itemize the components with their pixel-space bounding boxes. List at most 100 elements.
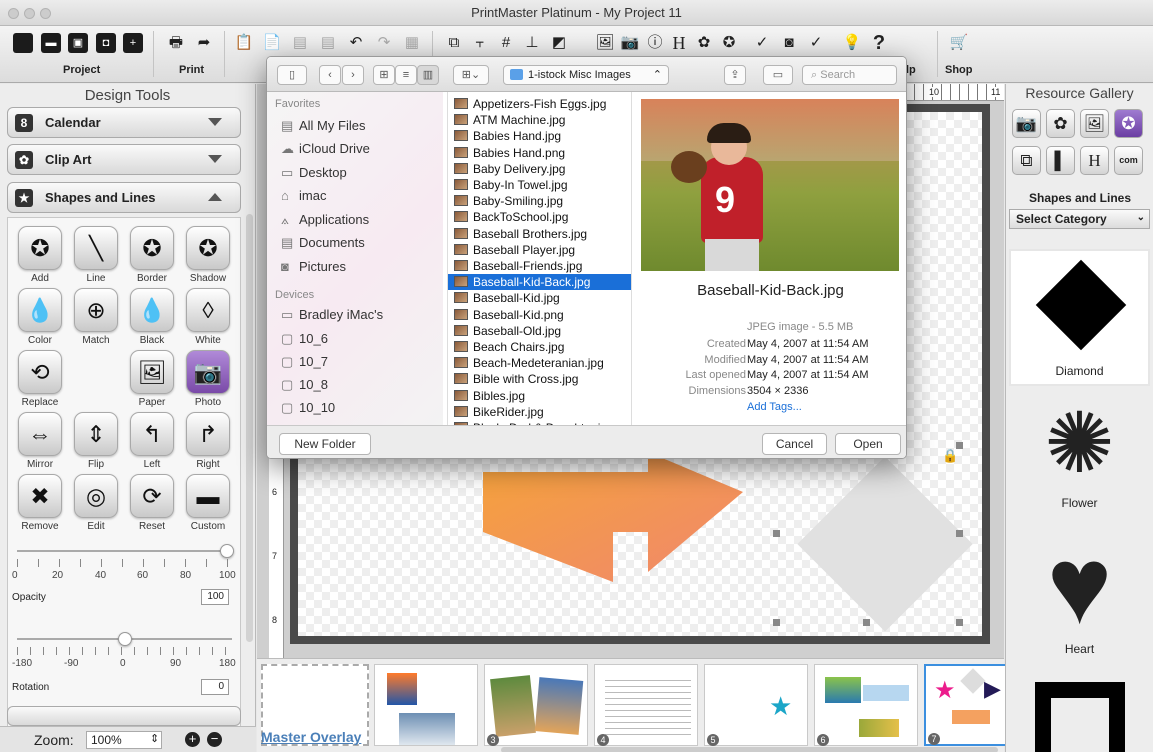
page-thumb[interactable]: ★ 5 xyxy=(704,664,808,746)
headline-icon[interactable]: H xyxy=(669,33,689,53)
location-popup[interactable]: 1-istock Misc Images ⌃ xyxy=(503,65,669,85)
file-row[interactable]: Baseball Player.jpg xyxy=(448,242,631,258)
share-icon[interactable]: ⇪ xyxy=(724,65,746,85)
lock-icon[interactable]: 🔒 xyxy=(942,448,958,464)
undo-icon[interactable]: ↶ xyxy=(346,33,366,53)
gallery-item-heart[interactable]: ♥ Heart xyxy=(1009,531,1150,661)
cancel-button[interactable]: Cancel xyxy=(762,433,827,455)
line-tool[interactable]: ╲ Line xyxy=(70,226,122,284)
file-row[interactable]: Baby-In Towel.jpg xyxy=(448,177,631,193)
device-item[interactable]: ▢ 10_7 xyxy=(281,354,328,370)
file-row[interactable]: Babies Hand.jpg xyxy=(448,128,631,144)
camera-icon[interactable]: 📷 xyxy=(1012,109,1041,138)
favorite-item[interactable]: ◙ Pictures xyxy=(281,259,346,274)
thesaurus-icon[interactable]: ✓ xyxy=(806,33,826,53)
device-item[interactable]: ▢ 10_8 xyxy=(281,377,328,393)
back-chevron-icon[interactable]: ‹ xyxy=(319,65,341,85)
web-com-icon[interactable]: com xyxy=(1114,146,1143,175)
text-cursor-icon[interactable]: ⫟ xyxy=(470,33,490,53)
copy-icon[interactable]: 📄 xyxy=(262,33,282,53)
gallery-item-flower[interactable]: ✺ Flower xyxy=(1009,396,1150,526)
rotation-value-field[interactable]: 0 xyxy=(201,679,229,695)
gallery-item-square[interactable] xyxy=(1009,682,1150,752)
file-row[interactable]: Baby Delivery.jpg xyxy=(448,161,631,177)
file-row[interactable]: BikeRider.jpg xyxy=(448,404,631,420)
tip-icon[interactable]: 💡 xyxy=(842,33,862,53)
resize-handle[interactable] xyxy=(773,530,780,537)
print-section-header[interactable] xyxy=(7,706,241,726)
remove-tool[interactable]: ✖ Remove xyxy=(14,474,66,532)
border-tool[interactable]: ✪ Border xyxy=(126,226,178,284)
match-tool[interactable]: ⊕ Match xyxy=(70,288,122,346)
filmstrip-scrollbar[interactable] xyxy=(501,747,998,752)
file-row[interactable]: BackToSchool.jpg xyxy=(448,209,631,225)
rotation-slider-knob[interactable] xyxy=(118,632,132,646)
shadow-tool[interactable]: ✪ Shadow xyxy=(182,226,234,284)
file-row[interactable]: Baseball-Kid.png xyxy=(448,307,631,323)
group-icon[interactable]: ▦ xyxy=(402,33,422,53)
file-row[interactable]: Beach-Medeteranian.jpg xyxy=(448,355,631,371)
image-icon[interactable]: 🖼 xyxy=(595,33,615,53)
file-row[interactable]: Bibles.jpg xyxy=(448,388,631,404)
tools-scrollbar[interactable] xyxy=(246,214,253,642)
opacity-slider-knob[interactable] xyxy=(220,544,234,558)
device-item[interactable]: ▢ 10_6 xyxy=(281,331,328,347)
rotate-left-tool[interactable]: ↰ Left xyxy=(126,412,178,470)
file-row-selected[interactable]: Baseball-Kid-Back.jpg xyxy=(448,274,631,291)
sidebar-toggle-icon[interactable]: ▯ xyxy=(277,65,307,85)
gallery-item-diamond[interactable]: Diamond xyxy=(1009,249,1150,386)
replace-tool[interactable]: ⟲ Replace xyxy=(14,350,66,408)
paste-icon[interactable]: 📋 xyxy=(234,33,254,53)
file-row[interactable]: ATM Machine.jpg xyxy=(448,112,631,128)
page-thumb[interactable]: 4 xyxy=(594,664,698,746)
file-row[interactable]: Baseball Brothers.jpg xyxy=(448,226,631,242)
layers-icon[interactable]: ⧉ xyxy=(1012,146,1041,175)
master-overlay-thumb[interactable]: Master Overlay xyxy=(261,664,369,746)
flip-tool[interactable]: ⇕ Flip xyxy=(70,412,122,470)
background-icon[interactable]: ▌ xyxy=(1046,146,1075,175)
camera-icon[interactable]: 📷 xyxy=(620,33,640,53)
opacity-slider-track[interactable] xyxy=(17,550,232,552)
template-icon[interactable]: ◘ xyxy=(96,33,116,53)
resize-handle[interactable] xyxy=(956,530,963,537)
grid-icon[interactable]: # xyxy=(496,33,516,53)
opacity-value-field[interactable]: 100 xyxy=(201,589,229,605)
resize-handle[interactable] xyxy=(773,619,780,626)
flower-icon[interactable]: ✿ xyxy=(694,33,714,53)
file-row[interactable]: Baseball-Old.jpg xyxy=(448,323,631,339)
shape-tool-icon[interactable]: ◙ xyxy=(779,33,799,53)
resize-handle[interactable] xyxy=(863,619,870,626)
clipart-section-header[interactable]: ✿ Clip Art xyxy=(7,144,241,175)
file-row[interactable]: Baseball-Kid.jpg xyxy=(448,290,631,306)
shapes-section-header[interactable]: ★ Shapes and Lines xyxy=(7,182,241,213)
star-icon[interactable]: ✪ xyxy=(719,33,739,53)
file-row[interactable]: Appetizers-Fish Eggs.jpg xyxy=(448,96,631,112)
black-tool[interactable]: 💧 Black xyxy=(126,288,178,346)
favorite-item[interactable]: ⌂ imac xyxy=(281,188,326,203)
help-icon[interactable]: ? xyxy=(869,33,889,53)
shapes-star-icon[interactable]: ✪ xyxy=(1114,109,1143,138)
zoom-out-icon[interactable]: − xyxy=(207,732,222,747)
spellcheck-icon[interactable]: ✓ xyxy=(752,33,772,53)
mirror-tool[interactable]: ⇔ Mirror xyxy=(14,412,66,470)
file-row[interactable]: Baseball-Friends.jpg xyxy=(448,258,631,274)
add-page-icon[interactable]: + xyxy=(123,33,143,53)
paper-tool[interactable]: 🖼 Paper xyxy=(126,350,178,408)
list-view-icon[interactable]: ≡ xyxy=(395,65,417,85)
image-icon[interactable]: 🖼 xyxy=(1080,109,1109,138)
category-select[interactable]: Select Category ⌄ xyxy=(1009,209,1150,229)
tag-icon[interactable]: ▭ xyxy=(763,65,793,85)
cart-icon[interactable]: 🛒 xyxy=(949,33,969,53)
open-button[interactable]: Open xyxy=(835,433,901,455)
align-icon[interactable]: ⊥ xyxy=(522,33,542,53)
forward-chevron-icon[interactable]: › xyxy=(342,65,364,85)
calendar-section-header[interactable]: 8 Calendar xyxy=(7,107,241,138)
device-item[interactable]: ▢ 10_10 xyxy=(281,400,335,416)
headline-icon[interactable]: H xyxy=(1080,146,1109,175)
photo-tool[interactable]: 📷 Photo xyxy=(182,350,234,408)
favorite-item[interactable]: ☁ iCloud Drive xyxy=(281,141,370,157)
page-thumb[interactable]: 3 xyxy=(484,664,588,746)
file-row[interactable]: Babies Hand.png xyxy=(448,145,631,161)
fill-icon[interactable]: ◩ xyxy=(549,33,569,53)
file-row[interactable]: Beach Chairs.jpg xyxy=(448,339,631,355)
